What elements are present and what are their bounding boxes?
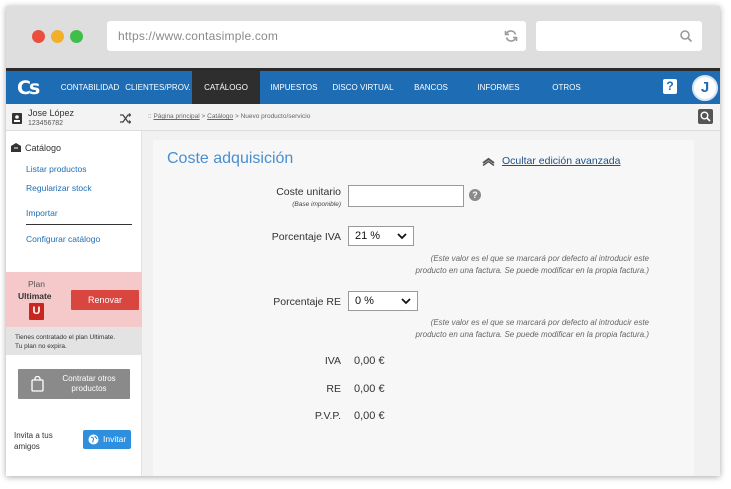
invite-button-label: Invitar (103, 434, 127, 444)
invite-text-line-1: Invita a tus (14, 431, 53, 440)
sidebar-item-regularizar-stock[interactable]: Regularizar stock (26, 183, 92, 193)
unit-cost-label: Coste unitario (276, 186, 341, 198)
vat-percentage-select[interactable]: 21 % (348, 226, 414, 246)
contract-label-line-1: Contratar otros (62, 374, 116, 383)
contract-products-button[interactable]: Contratar otros productos (18, 369, 130, 399)
plan-note-line-1: Tienes contratado el plan Ultimate. (15, 334, 116, 341)
breadcrumb: :: Página principal > Catálogo > Nuevo p… (142, 104, 720, 131)
vat-hint-line-2: producto en una factura. Se puede modifi… (415, 266, 649, 275)
unit-cost-input[interactable] (348, 185, 464, 207)
re-percentage-label: Porcentaje RE (273, 296, 341, 308)
re-hint-line-1: (Este valor es el que se marcará por def… (430, 318, 649, 327)
re-percentage-select[interactable]: 0 % (348, 291, 418, 311)
retail-price-label: P.V.P. (314, 410, 341, 422)
contract-label-line-2: productos (71, 384, 107, 393)
breadcrumb-prefix: :: (148, 113, 152, 120)
nav-catalogo[interactable]: CATÁLOGO (192, 71, 260, 104)
address-url: https://www.contasimple.com (118, 29, 279, 43)
user-name: Jose López (28, 108, 75, 118)
plan-note-line-2: Tu plan no expira. (15, 343, 67, 350)
re-amount-label: RE (326, 383, 341, 395)
search-icon (700, 111, 711, 122)
browser-toolbar: https://www.contasimple.com (6, 6, 720, 68)
user-card-icon (12, 113, 22, 124)
re-amount-value: 0,00 € (354, 383, 385, 395)
sidebar-divider (26, 224, 132, 225)
re-hint-line-2: producto en una factura. Se puede modifi… (415, 330, 649, 339)
unit-cost-help-icon[interactable]: ? (469, 189, 481, 201)
vat-hint-line-1: (Este valor es el que se marcará por def… (430, 254, 649, 263)
reload-icon[interactable] (504, 29, 518, 43)
main-content: Coste adquisición Ocultar edición avanza… (142, 131, 720, 476)
breadcrumb-catalog-link[interactable]: Catálogo (207, 113, 233, 120)
acquisition-cost-panel: Coste adquisición Ocultar edición avanza… (153, 140, 694, 476)
vat-percentage-label: Porcentaje IVA (271, 231, 341, 243)
re-hint: (Este valor es el que se marcará por def… (349, 317, 649, 341)
plan-panel: Plan Ultimate U Renovar (6, 272, 142, 327)
sidebar-item-listar-productos[interactable]: Listar productos (26, 164, 86, 174)
breadcrumb-home-link[interactable]: Página principal (153, 113, 199, 120)
close-window-button[interactable] (32, 30, 45, 43)
breadcrumb-trail: :: Página principal > Catálogo > Nuevo p… (148, 113, 310, 120)
globe-icon (88, 434, 99, 445)
search-icon (680, 30, 693, 43)
renew-button[interactable]: Renovar (71, 290, 139, 310)
vat-selected-value: 21 % (355, 230, 381, 242)
switch-company-icon[interactable] (119, 113, 131, 124)
plan-name: Ultimate (18, 291, 52, 301)
catalog-icon (11, 143, 21, 152)
help-icon[interactable]: ? (663, 79, 677, 94)
address-bar[interactable]: https://www.contasimple.com (107, 21, 526, 51)
user-panel: Jose López 123456782 (6, 104, 142, 131)
re-selected-value: 0 % (355, 295, 374, 307)
retail-price-value: 0,00 € (354, 410, 385, 422)
nav-bancos[interactable]: BANCOS (406, 71, 456, 104)
nav-clientes-proveedores[interactable]: CLIENTES/PROV. (124, 71, 192, 104)
browser-window: https://www.contasimple.com Cs CONTABILI… (6, 6, 720, 476)
catalog-title-label: Catálogo (25, 143, 62, 153)
invite-button[interactable]: Invitar (83, 430, 131, 449)
vat-amount-label: IVA (324, 355, 341, 367)
section-title: Coste adquisición (167, 150, 294, 167)
maximize-window-button[interactable] (70, 30, 83, 43)
main-navbar: Cs CONTABILIDAD CLIENTES/PROV. CATÁLOGO … (6, 68, 720, 104)
invite-text-line-2: amigos (14, 442, 40, 451)
nav-disco-virtual[interactable]: DISCO VIRTUAL (328, 71, 398, 104)
sidebar: Jose López 123456782 Catálogo Listar pro… (6, 104, 142, 476)
chevron-down-icon (397, 233, 407, 240)
user-tax-id: 123456782 (28, 120, 64, 127)
advanced-link-label: Ocultar edición avanzada (502, 155, 621, 167)
nav-otros[interactable]: OTROS (544, 71, 589, 104)
page-search-button[interactable] (698, 109, 713, 124)
minimize-window-button[interactable] (51, 30, 64, 43)
sidebar-item-configurar-catalogo[interactable]: Configurar catálogo (26, 234, 100, 244)
nav-informes[interactable]: INFORMES (471, 71, 526, 104)
plan-word: Plan (28, 279, 46, 289)
unit-cost-sublabel: (Base imponible) (292, 201, 341, 208)
nav-contabilidad[interactable]: CONTABILIDAD (56, 71, 124, 104)
breadcrumb-separator: > (201, 113, 206, 120)
vat-hint: (Este valor es el que se marcará por def… (349, 253, 649, 277)
shopping-bag-icon (31, 376, 44, 392)
app-logo[interactable]: Cs (17, 77, 41, 99)
hide-advanced-edit-link[interactable]: Ocultar edición avanzada (482, 155, 621, 167)
invite-text: Invita a tus amigos (14, 430, 53, 452)
catalog-section-title: Catálogo (10, 142, 61, 153)
breadcrumb-current: Nuevo producto/servicio (240, 113, 311, 120)
plan-status-note: Tienes contratado el plan Ultimate. Tu p… (6, 327, 142, 355)
browser-search-box[interactable] (536, 21, 702, 51)
nav-impuestos[interactable]: IMPUESTOS (264, 71, 324, 104)
chevron-down-icon (401, 298, 411, 305)
vat-amount-value: 0,00 € (354, 355, 385, 367)
breadcrumb-separator: > (234, 113, 239, 120)
sidebar-item-importar[interactable]: Importar (26, 208, 58, 218)
contract-button-label: Contratar otros productos (54, 374, 124, 394)
user-avatar[interactable]: J (692, 75, 718, 101)
collapse-icon (482, 157, 495, 166)
plan-badge: U (29, 303, 44, 320)
